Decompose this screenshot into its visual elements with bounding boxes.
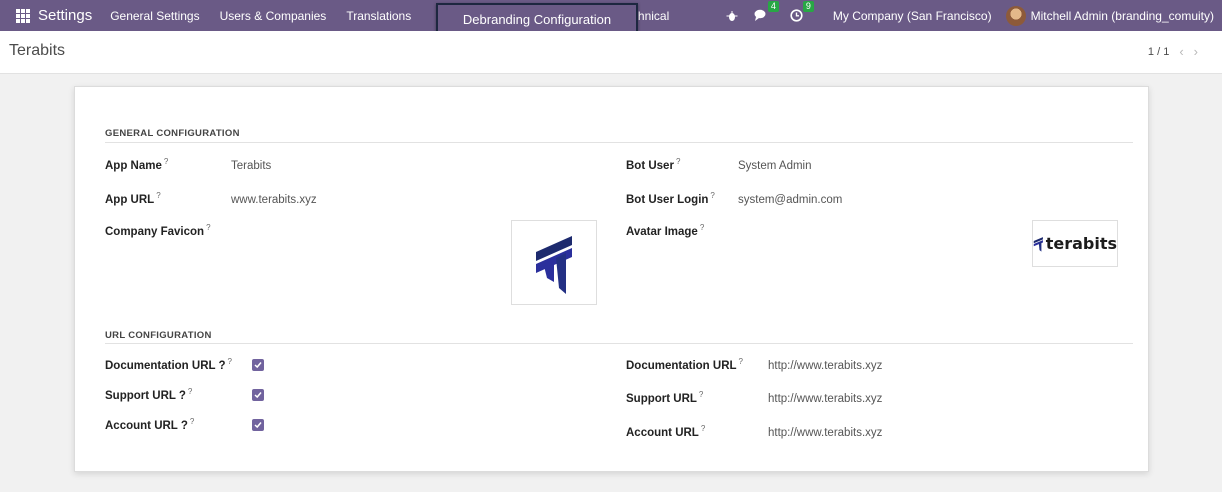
app-name-field[interactable]: Terabits [231, 160, 271, 172]
support-url-label: Support URL? [626, 390, 704, 405]
bug-icon[interactable] [726, 10, 738, 22]
menu-users-companies[interactable]: Users & Companies [220, 9, 327, 23]
support-url-check-label: Support URL ?? [105, 387, 193, 402]
bot-user-label: Bot User? [626, 157, 681, 172]
section-title-url: URL CONFIGURATION [105, 330, 212, 341]
documentation-url-checkbox[interactable] [252, 359, 264, 371]
activity-badge: 9 [802, 1, 814, 12]
company-favicon-label: Company Favicon? [105, 223, 211, 238]
user-menu[interactable]: Mitchell Admin (branding_comuity) [1005, 5, 1214, 26]
app-title[interactable]: Settings [38, 7, 92, 24]
clock-icon[interactable]: 9 [790, 1, 814, 22]
account-url-field[interactable]: http://www.terabits.xyz [768, 427, 882, 439]
section-divider [105, 343, 1133, 344]
documentation-url-label: Documentation URL? [626, 357, 743, 372]
bot-user-field[interactable]: System Admin [738, 160, 812, 172]
pager-next-icon[interactable]: › [1194, 44, 1198, 59]
form-view: GENERAL CONFIGURATION App Name? Terabits… [0, 74, 1222, 492]
control-panel: Terabits 1 / 1 ‹ › [0, 31, 1222, 74]
bot-user-login-field[interactable]: system@admin.com [738, 194, 842, 206]
check-icon [254, 422, 262, 429]
company-switcher[interactable]: My Company (San Francisco) [833, 9, 992, 23]
terabits-logo-icon [536, 235, 572, 294]
avatar-image[interactable]: terabits [1032, 220, 1118, 267]
section-divider [105, 142, 1133, 143]
support-url-field[interactable]: http://www.terabits.xyz [768, 393, 882, 405]
company-favicon-image[interactable] [511, 220, 597, 305]
menu-translations[interactable]: Translations [346, 9, 411, 23]
breadcrumb: Terabits [9, 42, 66, 59]
chat-icon[interactable]: 4 [754, 1, 779, 22]
avatar [1005, 5, 1026, 26]
avatar-logo-text: terabits [1045, 234, 1117, 253]
pager-previous-icon[interactable]: ‹ [1179, 44, 1183, 59]
check-icon [254, 362, 262, 369]
check-icon [254, 392, 262, 399]
app-url-field[interactable]: www.terabits.xyz [231, 194, 317, 206]
pager-value[interactable]: 1 / 1 [1148, 46, 1169, 58]
apps-grid-icon[interactable] [16, 8, 30, 23]
pager: 1 / 1 ‹ › [1148, 44, 1198, 59]
avatar-image-label: Avatar Image? [626, 223, 705, 238]
account-url-check-label: Account URL ?? [105, 417, 195, 432]
account-url-label: Account URL? [626, 424, 706, 439]
documentation-url-check-label: Documentation URL ?? [105, 357, 232, 372]
app-name-label: App Name? [105, 157, 169, 172]
app-url-label: App URL? [105, 191, 161, 206]
support-url-checkbox[interactable] [252, 389, 264, 401]
menu-general-settings[interactable]: General Settings [110, 9, 199, 23]
section-title-general: GENERAL CONFIGURATION [105, 128, 240, 139]
bot-user-login-label: Bot User Login? [626, 191, 715, 206]
terabits-logo-icon [1033, 236, 1043, 252]
user-name: Mitchell Admin (branding_comuity) [1030, 8, 1214, 23]
chat-badge: 4 [767, 1, 779, 12]
documentation-url-field[interactable]: http://www.terabits.xyz [768, 360, 882, 372]
account-url-checkbox[interactable] [252, 419, 264, 431]
form-sheet: GENERAL CONFIGURATION App Name? Terabits… [74, 86, 1149, 472]
